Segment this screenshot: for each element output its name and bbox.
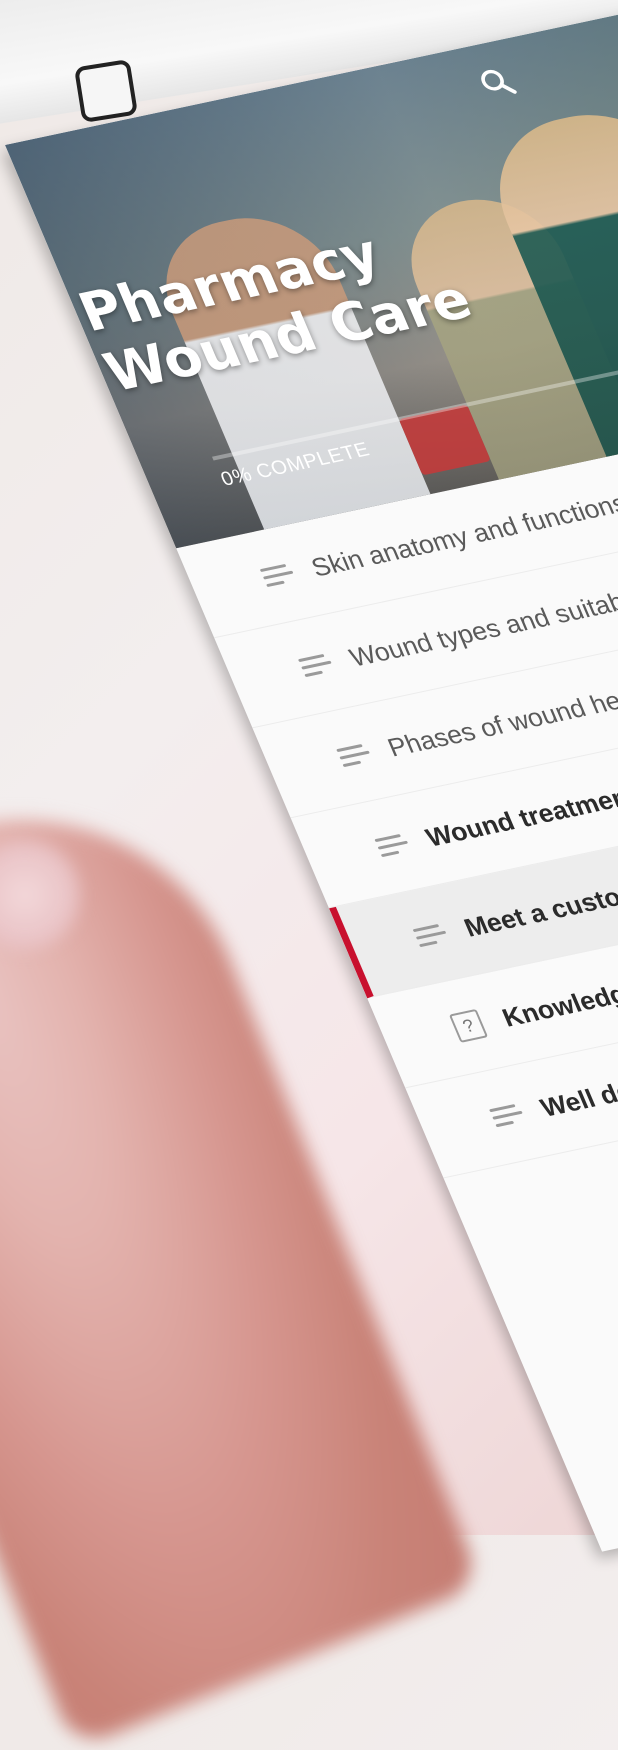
lesson-label: Well done [535,1068,618,1123]
progress-fill [211,456,214,461]
search-icon[interactable] [475,64,519,101]
question-icon-wrap: ? [448,1008,490,1043]
list-icon [372,828,413,861]
lesson-label: Knowledge test [497,964,618,1032]
lesson-label: Meet a customer [459,871,618,942]
list-icon [258,558,299,591]
list-icon [487,1099,528,1132]
question-icon: ? [448,1008,488,1043]
course-hero: Pharmacy Wound Care 0% COMPLETE [5,0,618,549]
list-icon [411,918,452,951]
list-icon [296,648,337,681]
list-icon [334,738,375,771]
